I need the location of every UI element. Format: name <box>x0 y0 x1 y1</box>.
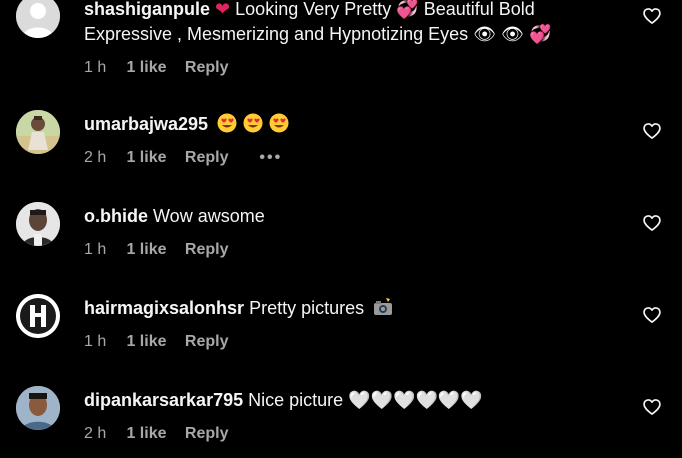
comment-time: 1 h <box>84 333 107 350</box>
comment-body-line2: Expressive , Mesmerizing and Hypnotizing… <box>84 24 469 44</box>
heart-eyes-emoji <box>243 113 263 133</box>
like-button[interactable] <box>642 397 662 417</box>
comment-body-cont: Beautiful Bold <box>423 0 535 19</box>
comment-username[interactable]: dipankarsarkar795 <box>84 390 243 410</box>
comment-time: 1 h <box>84 59 107 76</box>
like-button[interactable] <box>642 121 662 141</box>
comment-likes[interactable]: 1 like <box>126 332 180 352</box>
heart-eyes-emoji <box>217 113 237 133</box>
comment-likes[interactable]: 1 like <box>126 240 180 260</box>
more-options-button[interactable]: ••• <box>259 148 282 168</box>
reply-button[interactable]: Reply <box>185 58 255 78</box>
comment-text: o.bhide Wow awsome <box>84 204 592 229</box>
white-heart-emoji: 🤍 <box>393 390 416 411</box>
heart-outline-icon <box>643 8 661 24</box>
comment-text: hairmagixsalonhsr Pretty pictures <box>84 296 592 321</box>
avatar[interactable] <box>16 0 60 38</box>
heart-outline-icon <box>643 399 661 415</box>
avatar[interactable] <box>16 294 60 338</box>
default-avatar-icon <box>16 0 60 38</box>
two-hearts-emoji: 💞 <box>396 0 419 20</box>
comment-username[interactable]: umarbajwa295 <box>84 114 208 134</box>
eye-emoji: 👁 <box>473 24 497 45</box>
reply-button[interactable]: Reply <box>185 240 255 260</box>
like-button[interactable] <box>642 305 662 325</box>
comment-body: Nice picture <box>248 390 344 410</box>
reply-button[interactable]: Reply <box>185 148 255 168</box>
red-heart-emoji: ❤ <box>215 0 231 20</box>
comment-meta: 1 h 1 like Reply <box>84 332 255 352</box>
comment-body: Looking Very Pretty <box>235 0 392 19</box>
like-button[interactable] <box>642 6 662 26</box>
comment-text: dipankarsarkar795 Nice picture 🤍🤍🤍🤍🤍🤍 <box>84 388 592 413</box>
comment-likes[interactable]: 1 like <box>126 148 180 168</box>
like-button[interactable] <box>642 213 662 233</box>
white-heart-emoji: 🤍 <box>437 390 461 411</box>
heart-outline-icon <box>643 307 661 323</box>
white-heart-emoji: 🤍 <box>348 390 371 411</box>
comment-meta: 2 h 1 like Reply <box>84 424 255 444</box>
comment-time: 2 h <box>84 149 107 166</box>
two-hearts-emoji: 💞 <box>528 24 552 45</box>
heart-outline-icon <box>643 123 661 139</box>
comment-text: umarbajwa295 <box>84 112 592 137</box>
comment-username[interactable]: hairmagixsalonhsr <box>84 298 244 318</box>
reply-button[interactable]: Reply <box>185 332 255 352</box>
heart-outline-icon <box>643 215 661 231</box>
comment-body: Wow awsome <box>153 206 265 226</box>
reply-button[interactable]: Reply <box>185 424 255 444</box>
comment-likes[interactable]: 1 like <box>126 424 180 444</box>
heart-eyes-emoji <box>269 113 289 133</box>
comment-username[interactable]: o.bhide <box>84 206 148 226</box>
white-heart-emoji: 🤍 <box>415 390 438 411</box>
comment-meta: 2 h 1 like Reply ••• <box>84 148 282 168</box>
user-photo-icon <box>16 386 60 430</box>
avatar[interactable] <box>16 202 60 246</box>
avatar[interactable] <box>16 386 60 430</box>
white-heart-emoji: 🤍 <box>370 390 394 411</box>
comment-body: Pretty pictures <box>249 298 365 318</box>
comment-time: 2 h <box>84 425 107 442</box>
comment-meta: 1 h 1 like Reply <box>84 240 255 260</box>
comment-meta: 1 h 1 like Reply <box>84 58 255 78</box>
salon-logo-icon <box>16 294 60 338</box>
user-photo-icon <box>16 202 60 246</box>
user-photo-icon <box>16 110 60 154</box>
comment-text: shashiganpule ❤ Looking Very Pretty 💞 Be… <box>84 0 592 22</box>
camera-flash-emoji <box>374 298 393 315</box>
avatar[interactable] <box>16 110 60 154</box>
eye-emoji: 👁 <box>501 24 524 45</box>
comment-time: 1 h <box>84 241 107 258</box>
comment-likes[interactable]: 1 like <box>126 58 180 78</box>
comment-text-line2: Expressive , Mesmerizing and Hypnotizing… <box>84 22 551 47</box>
white-heart-emoji: 🤍 <box>460 390 483 411</box>
comment-username[interactable]: shashiganpule <box>84 0 210 19</box>
